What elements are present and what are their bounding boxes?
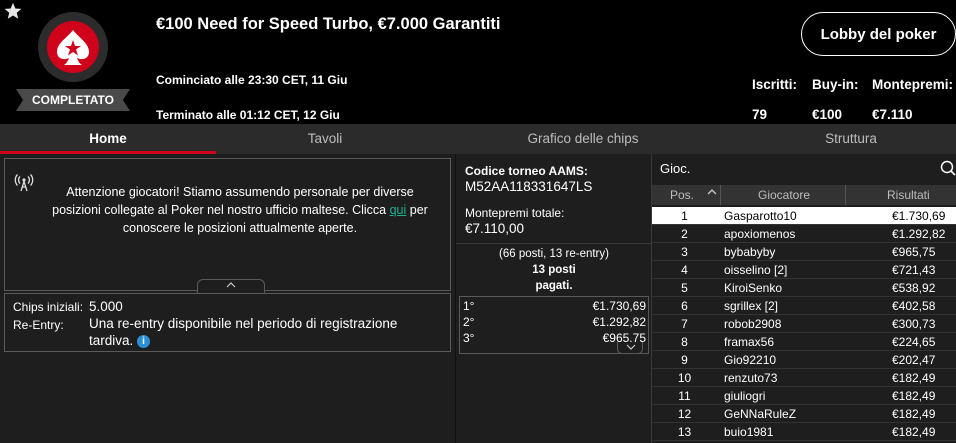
- total-prizepool-label: Montepremi totale:: [465, 206, 565, 220]
- table-row[interactable]: 4 oisselino [2] €721,43: [652, 261, 956, 279]
- column-position[interactable]: Pos.: [670, 188, 694, 202]
- chevron-up-icon: [226, 282, 236, 288]
- tournament-header: COMPLETATO €100 Need for Speed Turbo, €7…: [0, 0, 956, 124]
- table-row[interactable]: 13 buio1981 €182,49: [652, 423, 956, 441]
- entrants-value: 79: [752, 107, 768, 122]
- tab-home[interactable]: Home: [0, 124, 216, 154]
- table-row[interactable]: 7 robob2908 €300,73: [652, 315, 956, 333]
- status-badge: COMPLETATO: [16, 89, 130, 111]
- end-time: Terminato alle 01:12 CET, 12 Giu: [156, 108, 340, 122]
- tournament-info-box: Chips iniziali: 5.000 Re-Entry: Una re-e…: [4, 293, 451, 352]
- table-row[interactable]: 1 Gasparotto10 €1.730,69: [652, 207, 956, 225]
- player-search-bar: [652, 154, 956, 183]
- tournament-title: €100 Need for Speed Turbo, €7.000 Garant…: [156, 15, 501, 33]
- start-time: Cominciato alle 23:30 CET, 11 Giu: [156, 73, 348, 87]
- divider: [456, 243, 652, 244]
- poker-lobby-button[interactable]: Lobby del poker: [801, 12, 956, 56]
- buyin-label: Buy-in:: [812, 77, 859, 92]
- reentry-value: Una re-entry disponibile nel periodo di …: [89, 316, 398, 348]
- notice-text: Attenzione giocatori! Stiamo assumendo p…: [52, 185, 428, 235]
- expand-payouts-handle[interactable]: [617, 342, 643, 354]
- player-search-input[interactable]: [660, 158, 930, 178]
- table-row[interactable]: 3 bybabyby €965,75: [652, 243, 956, 261]
- buyin-value: €100: [812, 107, 843, 122]
- prizepool-label: Montepremi:: [872, 77, 953, 92]
- sort-ascending-icon[interactable]: [707, 189, 717, 195]
- info-icon[interactable]: i: [137, 334, 151, 348]
- broadcast-icon: [14, 174, 34, 192]
- notice-link[interactable]: qui: [390, 203, 407, 217]
- table-row[interactable]: 6 sgrillex [2] €402,58: [652, 297, 956, 315]
- column-results[interactable]: Risultati: [887, 188, 930, 202]
- column-divider: [845, 185, 846, 205]
- total-prizepool-value: €7.110,00: [465, 221, 525, 236]
- results-panel: Pos. Giocatore Risultati 1Gasparotto10€1…: [651, 154, 956, 443]
- paid-seats-text: (66 posti, 13 re-entry) 13 posti pagati.: [499, 248, 609, 292]
- tab-chip-graph[interactable]: Grafico delle chips: [474, 124, 692, 154]
- pokerstars-logo: [38, 12, 108, 82]
- tab-bar: Home Tavoli Grafico delle chips Struttur…: [0, 124, 956, 154]
- prizepool-value: €7.110: [872, 107, 913, 122]
- column-divider: [720, 185, 721, 205]
- home-panel: Attenzione giocatori! Stiamo assumendo p…: [0, 154, 455, 443]
- table-row[interactable]: 2 apoxiomenos €1.292,82: [652, 225, 956, 243]
- tab-structure[interactable]: Struttura: [742, 124, 956, 154]
- aams-code-value: M52AA118331647LS: [465, 179, 593, 194]
- reentry-label: Re-Entry:: [13, 318, 64, 332]
- starting-chips-value: 5.000: [89, 299, 123, 314]
- aams-code-label: Codice torneo AAMS:: [465, 164, 588, 178]
- entrants-label: Iscritti:: [752, 77, 798, 92]
- table-row[interactable]: 9 Gio92210 €202,47: [652, 351, 956, 369]
- notice-box: Attenzione giocatori! Stiamo assumendo p…: [4, 158, 451, 293]
- starting-chips-label: Chips iniziali:: [13, 300, 84, 314]
- table-row[interactable]: 11 giuliogri €182,49: [652, 387, 956, 405]
- tournament-details-panel: Codice torneo AAMS: M52AA118331647LS Mon…: [455, 154, 652, 443]
- results-table-header: Pos. Giocatore Risultati: [652, 185, 956, 205]
- table-row[interactable]: 10 renzuto73 €182,49: [652, 369, 956, 387]
- collapse-notice-handle[interactable]: [197, 279, 265, 293]
- table-row[interactable]: 8 framax56 €224,65: [652, 333, 956, 351]
- spade-star-icon: [57, 30, 89, 65]
- tab-tables[interactable]: Tavoli: [216, 124, 434, 154]
- chevron-down-icon: [626, 344, 636, 350]
- search-icon[interactable]: [940, 160, 956, 176]
- column-player[interactable]: Giocatore: [758, 188, 810, 202]
- favorite-star-icon[interactable]: [4, 2, 22, 20]
- table-row[interactable]: 12 GeNNaRuleZ €182,49: [652, 405, 956, 423]
- table-row[interactable]: 5 KiroiSenko €538,92: [652, 279, 956, 297]
- payout-row: 2° €1.292,82: [463, 315, 646, 329]
- payout-row: 1° €1.730,69: [463, 299, 646, 313]
